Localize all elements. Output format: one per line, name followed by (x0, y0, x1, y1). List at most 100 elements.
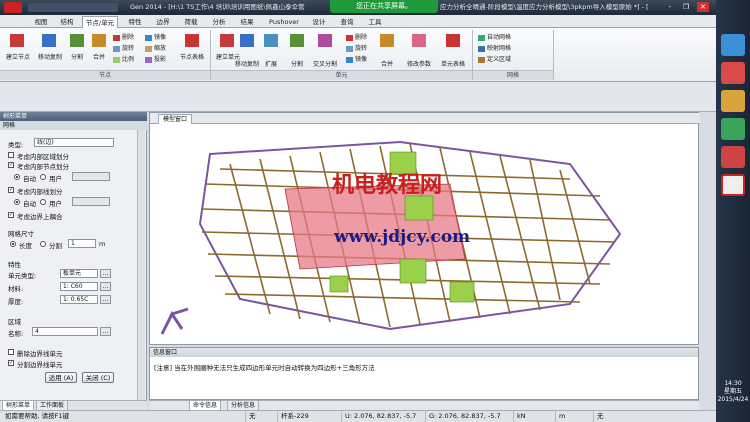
user-label: 用户 (49, 175, 62, 183)
opt-boundary-coupling-label: 考虑边界上耦合 (17, 213, 63, 221)
message-window[interactable]: 信息窗口 [注意] 当在外围圈种无法只生成四边形单元时自动转换为四边形+三角形方… (149, 347, 699, 400)
element-table-icon (446, 34, 460, 47)
taskbar-app-icon[interactable] (721, 90, 745, 112)
status-force-unit[interactable]: kN (513, 411, 553, 422)
ribbon: 建立节点 移动复制 分割 合并 删除 镜像 旋转 缩放 比例 投影 节点表格 节… (0, 28, 716, 82)
toolbar-icon-row[interactable] (4, 85, 144, 95)
taskbar-app-icon[interactable] (721, 62, 745, 84)
move-copy-node-button[interactable]: 移动复制 (34, 52, 66, 61)
delete-boundary-label: 删除边界线单元 (17, 350, 63, 358)
toolbar (0, 82, 716, 112)
auto-label: 自动 (23, 175, 36, 183)
delete-element-button[interactable]: 删除 (346, 32, 367, 41)
taskbar-app-icon[interactable] (721, 118, 745, 140)
tab-load[interactable]: 荷载 (180, 16, 202, 28)
merge-node-button[interactable]: 合并 (86, 52, 112, 61)
proportion-node-button[interactable]: 比例 (113, 54, 134, 63)
merge-node-icon (92, 34, 106, 47)
material-select[interactable]: 1: C60 (60, 282, 98, 291)
tab-model-window[interactable]: 模型窗口 (158, 114, 193, 124)
material-more-button[interactable]: … (100, 282, 111, 291)
user-input[interactable] (72, 172, 110, 181)
thickness-select[interactable]: 1: 0.65C (60, 295, 98, 304)
delete-node-button[interactable]: 删除 (113, 32, 134, 41)
taskbar-app-icon[interactable] (721, 34, 745, 56)
tab-node-element[interactable]: 节点/单元 (82, 16, 118, 28)
mirror-node-button[interactable]: 镜像 (145, 32, 166, 41)
panel-scrollbar[interactable] (137, 130, 145, 400)
delete-boundary-checkbox[interactable] (8, 349, 14, 355)
tab-query[interactable]: 查询 (336, 16, 358, 28)
panel-header: 树形菜单 (0, 112, 147, 121)
tab-boundary[interactable]: 边界 (152, 16, 174, 28)
toolbar-icon-row[interactable] (4, 99, 704, 109)
divide-element-icon (290, 34, 304, 47)
message-text: [注意] 当在外围圈种无法只生成四边形单元时自动转换为四边形+三角形方法 (154, 364, 375, 372)
scale-node-button[interactable]: 缩放 (145, 43, 166, 52)
quick-access-toolbar[interactable] (28, 3, 118, 12)
tab-design[interactable]: 设计 (308, 16, 330, 28)
taskbar-clock[interactable]: 14:30 星期五 2015/4/24 (716, 380, 750, 404)
auto-radio-2[interactable] (14, 199, 20, 205)
model-viewport[interactable]: 模型窗口 机电教程网 www.jdjcy.com (149, 112, 700, 345)
user-label-2: 用户 (49, 200, 62, 208)
opt-inner-line-checkbox[interactable]: ✓ (8, 187, 14, 193)
app-logo-icon[interactable] (4, 2, 22, 13)
apply-button[interactable]: 适用 (A) (45, 372, 77, 383)
auto-mesh-button[interactable]: 自动网格 (478, 32, 511, 41)
taskbar-gen-icon[interactable] (721, 174, 745, 196)
mirror-element-button[interactable]: 镜像 (346, 54, 367, 63)
tab-mesh[interactable]: 网格 (0, 121, 147, 130)
element-type-label: 单元类型: (8, 272, 37, 280)
create-node-button[interactable]: 建立节点 (2, 52, 34, 61)
tab-tools[interactable]: 工具 (364, 16, 386, 28)
user-input-2[interactable] (72, 197, 110, 206)
thickness-more-button[interactable]: … (100, 295, 111, 304)
extend-element-button[interactable]: 扩展 (258, 59, 284, 68)
rotate-element-button[interactable]: 旋转 (346, 43, 367, 52)
opt-inner-node-label: 考虑内部节点划分 (17, 163, 69, 171)
element-table-button[interactable]: 单元表格 (436, 59, 470, 68)
auto-radio[interactable] (14, 174, 20, 180)
length-radio[interactable] (10, 241, 16, 247)
opt-inner-node-checkbox[interactable]: ✓ (8, 162, 14, 168)
opt-boundary-coupling-checkbox[interactable]: ✓ (8, 212, 14, 218)
tab-pushover[interactable]: Pushover (264, 16, 304, 28)
element-type-select[interactable]: 板单元 (60, 269, 98, 278)
close-button[interactable]: ✕ (697, 2, 709, 12)
split-boundary-checkbox[interactable]: ✓ (8, 360, 14, 366)
minimize-button[interactable]: - (664, 2, 676, 12)
node-table-button[interactable]: 节点表格 (176, 52, 208, 61)
define-region-button[interactable]: 定义区域 (478, 54, 511, 63)
type-select[interactable]: 线(边) (34, 138, 114, 147)
rotate-node-button[interactable]: 旋转 (113, 43, 134, 52)
length-label: 长度 (19, 242, 32, 250)
status-length-unit[interactable]: m (555, 411, 591, 422)
user-radio-2[interactable] (40, 199, 46, 205)
divide-input[interactable]: 1 (68, 239, 96, 248)
tab-analysis[interactable]: 分析 (208, 16, 230, 28)
divide-radio[interactable] (40, 241, 46, 247)
tab-structure[interactable]: 结构 (56, 16, 78, 28)
modify-params-button[interactable]: 修改参数 (400, 59, 438, 68)
opt-inner-region-checkbox[interactable] (8, 152, 14, 158)
status-none-2[interactable]: 无 (593, 411, 633, 422)
user-radio[interactable] (40, 174, 46, 180)
name-more-button[interactable]: … (100, 327, 111, 336)
merge-element-button[interactable]: 合并 (374, 59, 400, 68)
element-type-more-button[interactable]: … (100, 269, 111, 278)
tab-results[interactable]: 结果 (236, 16, 258, 28)
structural-model[interactable]: 机电教程网 www.jdjcy.com (150, 124, 698, 344)
project-node-button[interactable]: 投影 (145, 54, 166, 63)
tab-view[interactable]: 视图 (30, 16, 52, 28)
close-panel-button[interactable]: 关闭 (C) (82, 372, 114, 383)
opt-inner-line-label: 考虑内部线划分 (17, 188, 63, 196)
menu-tabs: 视图 结构 节点/单元 特性 边界 荷载 分析 结果 Pushover 设计 查… (0, 15, 716, 28)
restore-button[interactable]: ❐ (680, 2, 692, 12)
taskbar-app-icon[interactable] (721, 146, 745, 168)
screen-share-banner[interactable]: 您正在共享屏幕。 (330, 0, 438, 13)
name-input[interactable]: 4 (32, 327, 98, 336)
cross-divide-button[interactable]: 交叉分割 (306, 59, 344, 68)
map-mesh-button[interactable]: 映射网格 (478, 43, 511, 52)
tab-properties[interactable]: 特性 (124, 16, 146, 28)
